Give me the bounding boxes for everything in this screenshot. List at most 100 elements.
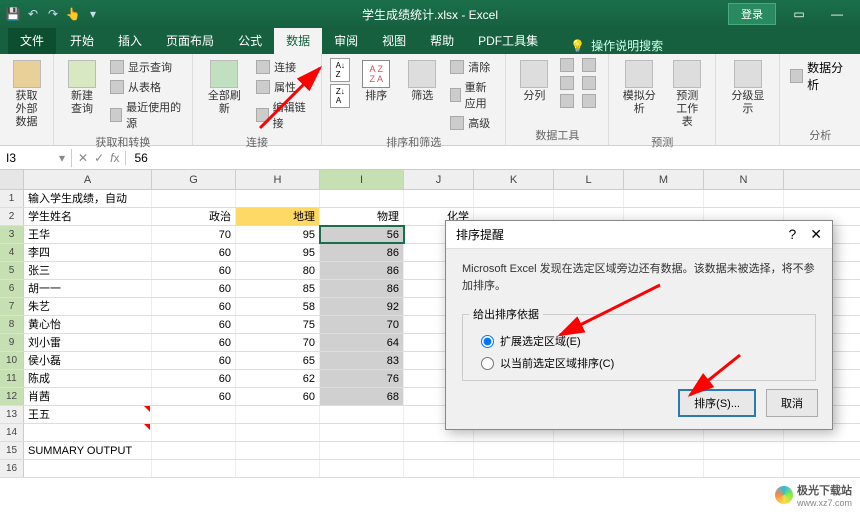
cell[interactable] <box>474 442 554 459</box>
cell[interactable] <box>236 190 320 207</box>
cell[interactable]: 肖茜 <box>24 388 152 405</box>
tell-me-search[interactable]: 💡 操作说明搜索 <box>570 37 663 54</box>
column-header-N[interactable]: N <box>704 170 784 189</box>
minimize-icon[interactable]: — <box>822 4 852 24</box>
cell[interactable]: 60 <box>152 316 236 333</box>
column-header-L[interactable]: L <box>554 170 624 189</box>
cell[interactable] <box>152 406 236 423</box>
column-header-H[interactable]: H <box>236 170 320 189</box>
forecast-sheet-button[interactable]: 预测 工作表 <box>667 58 707 132</box>
cell[interactable]: 65 <box>236 352 320 369</box>
cell[interactable] <box>236 442 320 459</box>
cell[interactable]: 60 <box>152 334 236 351</box>
sort-button[interactable]: A ZZ A 排序 <box>356 58 396 132</box>
tab-view[interactable]: 视图 <box>370 27 418 54</box>
column-header-A[interactable]: A <box>24 170 152 189</box>
cell[interactable] <box>152 424 236 441</box>
cell[interactable]: 95 <box>236 244 320 261</box>
whatif-button[interactable]: 模拟分析 <box>617 58 661 132</box>
cell[interactable]: 95 <box>236 226 320 243</box>
column-header-J[interactable]: J <box>404 170 474 189</box>
cell[interactable]: 83 <box>320 352 404 369</box>
cell[interactable]: 92 <box>320 298 404 315</box>
cell[interactable] <box>152 442 236 459</box>
cell[interactable] <box>24 424 152 441</box>
row-header[interactable]: 3 <box>0 226 24 243</box>
cell[interactable] <box>236 424 320 441</box>
radio-expand-selection[interactable]: 扩展选定区域(E) <box>469 330 809 352</box>
validation-icon[interactable] <box>560 76 574 90</box>
row-header[interactable]: 7 <box>0 298 24 315</box>
cell[interactable]: 侯小磊 <box>24 352 152 369</box>
consolidate-icon[interactable] <box>582 76 596 90</box>
cell[interactable]: 76 <box>320 370 404 387</box>
tab-help[interactable]: 帮助 <box>418 27 466 54</box>
cell[interactable] <box>554 442 624 459</box>
dropdown-icon[interactable]: ▾ <box>59 151 65 165</box>
cell[interactable] <box>404 442 474 459</box>
new-query-button[interactable]: 新建 查询 <box>62 58 102 132</box>
filter-button[interactable]: 筛选 <box>402 58 442 132</box>
login-button[interactable]: 登录 <box>728 3 776 25</box>
cell[interactable]: 陈成 <box>24 370 152 387</box>
cell[interactable]: 58 <box>236 298 320 315</box>
column-header-M[interactable]: M <box>624 170 704 189</box>
cell[interactable]: 60 <box>236 388 320 405</box>
cell[interactable] <box>474 190 554 207</box>
advanced-filter-button[interactable]: 高级 <box>448 114 497 132</box>
refresh-all-button[interactable]: 全部刷新 <box>201 58 248 132</box>
row-header[interactable]: 9 <box>0 334 24 351</box>
cell[interactable]: 56 <box>320 226 404 243</box>
fx-icon[interactable]: fx <box>110 151 119 165</box>
reapply-button[interactable]: 重新应用 <box>448 78 497 112</box>
cell[interactable]: 学生姓名 <box>24 208 152 225</box>
cell[interactable] <box>624 442 704 459</box>
row-header[interactable]: 4 <box>0 244 24 261</box>
cell[interactable] <box>320 442 404 459</box>
row-header[interactable]: 11 <box>0 370 24 387</box>
cell[interactable]: 60 <box>152 298 236 315</box>
row-header[interactable]: 10 <box>0 352 24 369</box>
cell[interactable] <box>474 460 554 477</box>
recent-sources-button[interactable]: 最近使用的源 <box>108 98 184 132</box>
save-icon[interactable]: 💾 <box>6 7 20 21</box>
cell[interactable] <box>320 460 404 477</box>
cell[interactable]: SUMMARY OUTPUT <box>24 442 152 459</box>
row-header[interactable]: 14 <box>0 424 24 441</box>
tab-file[interactable]: 文件 <box>8 27 56 54</box>
properties-button[interactable]: 属性 <box>254 78 313 96</box>
cell[interactable]: 86 <box>320 244 404 261</box>
cell[interactable]: 86 <box>320 280 404 297</box>
data-analysis-button[interactable]: 数据分析 <box>788 58 852 94</box>
select-all-corner[interactable] <box>0 170 24 189</box>
cell[interactable]: 80 <box>236 262 320 279</box>
cell[interactable]: 60 <box>152 370 236 387</box>
cell[interactable]: 李四 <box>24 244 152 261</box>
cell[interactable]: 60 <box>152 280 236 297</box>
cell[interactable]: 64 <box>320 334 404 351</box>
undo-icon[interactable]: ↶ <box>26 7 40 21</box>
cell[interactable]: 70 <box>236 334 320 351</box>
sort-button-dialog[interactable]: 排序(S)... <box>678 389 756 417</box>
cell[interactable] <box>320 424 404 441</box>
cell[interactable]: 60 <box>152 352 236 369</box>
cell[interactable] <box>320 190 404 207</box>
column-header-I[interactable]: I <box>320 170 404 189</box>
name-box[interactable]: I3▾ <box>0 149 72 167</box>
connections-button[interactable]: 连接 <box>254 58 313 76</box>
row-header[interactable]: 5 <box>0 262 24 279</box>
tab-layout[interactable]: 页面布局 <box>154 27 226 54</box>
row-header[interactable]: 13 <box>0 406 24 423</box>
cell[interactable] <box>404 460 474 477</box>
qa-dropdown-icon[interactable]: ▾ <box>86 7 100 21</box>
radio-current-selection[interactable]: 以当前选定区域排序(C) <box>469 352 809 374</box>
cell[interactable] <box>704 442 784 459</box>
row-header[interactable]: 16 <box>0 460 24 477</box>
cell[interactable]: 输入学生成绩，自动 <box>24 190 152 207</box>
sort-desc-button[interactable]: Z↓A <box>330 84 350 108</box>
outline-button[interactable]: 分级显示 <box>724 58 771 118</box>
tab-data[interactable]: 数据 <box>274 27 322 54</box>
cell[interactable]: 60 <box>152 262 236 279</box>
show-queries-button[interactable]: 显示查询 <box>108 58 184 76</box>
clear-filter-button[interactable]: 清除 <box>448 58 497 76</box>
